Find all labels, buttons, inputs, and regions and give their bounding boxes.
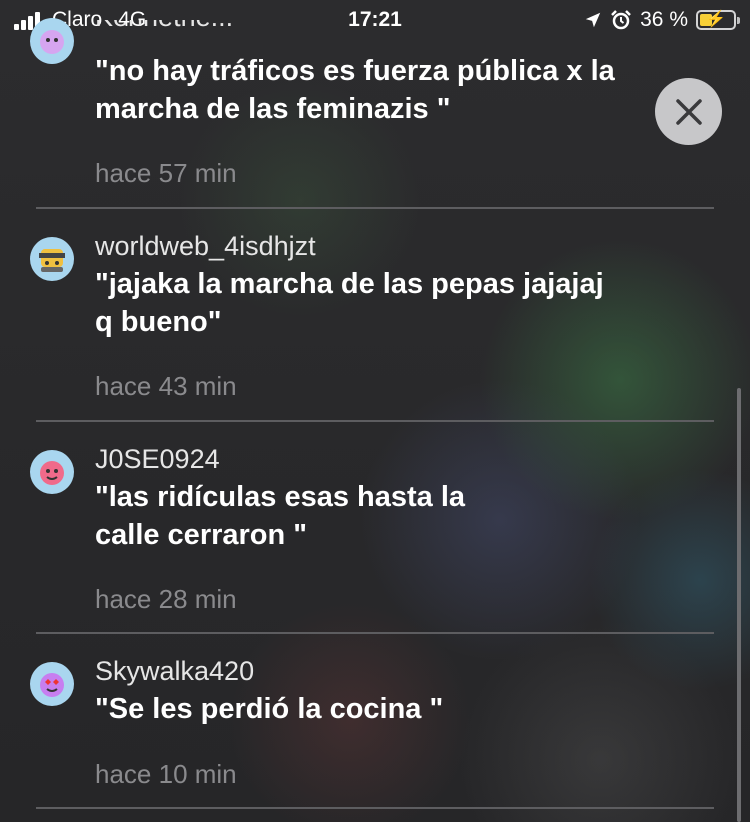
scrollbar[interactable]: [737, 388, 741, 822]
alarm-clock-icon: [611, 10, 632, 30]
comment-username: Kennethe...: [95, 20, 233, 33]
divider: [36, 420, 714, 422]
comment-message: "no hay tráficos es fuerza pública x la …: [95, 52, 695, 128]
avatar[interactable]: [30, 18, 74, 64]
divider: [36, 632, 714, 634]
comment-message: "Se les perdió la cocina ": [95, 690, 695, 728]
avatar[interactable]: [30, 237, 74, 281]
comment-username: J0SE0924: [95, 444, 220, 474]
divider: [36, 807, 714, 809]
message-line: "Se les perdió la cocina ": [95, 693, 444, 725]
comment-username-clipped: Kennethe...: [95, 20, 355, 36]
comment-message: "jajaka la marcha de las pepas jajajaj q…: [95, 265, 695, 341]
comment-username: Skywalka420: [95, 656, 255, 686]
comment-time: hace 57 min: [95, 158, 237, 188]
message-line: "no hay tráficos es fuerza pública x la: [95, 55, 615, 87]
comment-time: hace 28 min: [95, 584, 237, 614]
comment-time: hace 10 min: [95, 759, 237, 789]
message-line: marcha de las feminazis ": [95, 93, 451, 125]
location-arrow-icon: [585, 12, 601, 28]
message-line: q bueno": [95, 306, 222, 338]
message-line: calle cerraron ": [95, 519, 308, 551]
battery-icon: ⚡: [696, 10, 740, 30]
avatar[interactable]: [30, 450, 74, 494]
divider: [36, 207, 714, 209]
comment-time: hace 43 min: [95, 371, 237, 401]
comment-message: "las ridículas esas hasta la calle cerra…: [95, 478, 695, 554]
message-line: "las ridículas esas hasta la: [95, 481, 466, 513]
message-line: "jajaka la marcha de las pepas jajajaj: [95, 268, 604, 300]
battery-percentage: 36 %: [640, 8, 688, 31]
comment-username: worldweb_4isdhjzt: [95, 231, 316, 261]
avatar[interactable]: [30, 662, 74, 706]
